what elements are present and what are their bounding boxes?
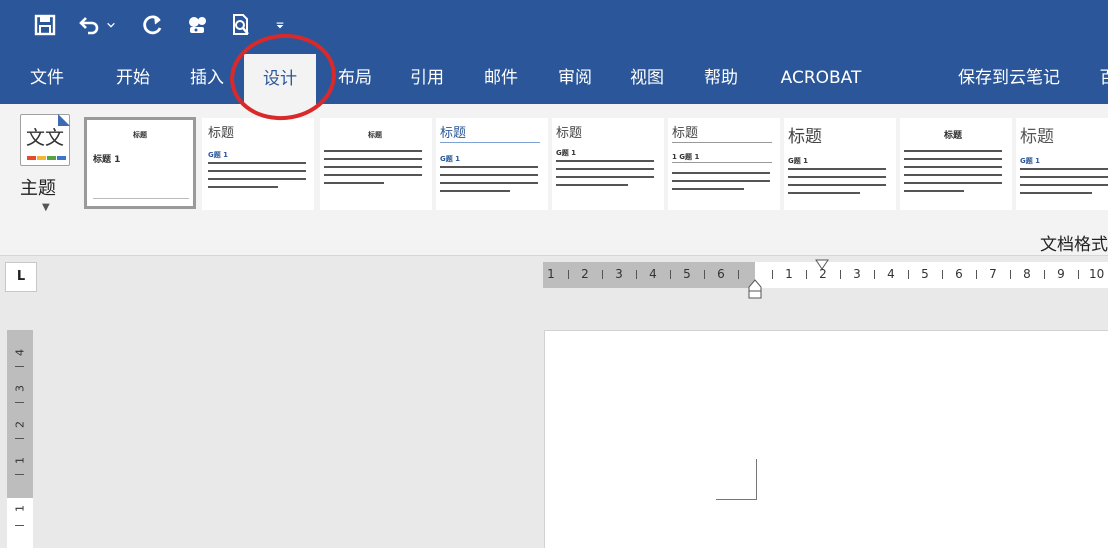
ruler-tick xyxy=(806,270,807,279)
ruler-number: 3 xyxy=(615,267,623,281)
tab-design[interactable]: 设计 xyxy=(244,54,316,104)
style-set-item[interactable]: 标题 xyxy=(320,118,432,210)
themes-button[interactable]: 文文 主题 ▼ xyxy=(14,110,78,220)
ruler-tick xyxy=(874,270,875,279)
ruler-number: 4 xyxy=(649,267,657,281)
ruler-tick xyxy=(568,270,569,279)
ruler-tick xyxy=(840,270,841,279)
ruler-number: 1 xyxy=(785,267,793,281)
design-ribbon: 文文 主题 ▼ 标题 标题 1 标题 G题 1 标题 标题 G题 1 标题 G题… xyxy=(0,104,1108,256)
undo-icon[interactable] xyxy=(74,10,104,40)
ruler-tick xyxy=(704,270,705,279)
customize-qat-icon[interactable] xyxy=(272,10,288,40)
ruler-number: 6 xyxy=(717,267,725,281)
document-formatting-group-label: 文档格式 xyxy=(1040,235,1108,255)
ruler-number: 1 xyxy=(13,457,27,464)
tab-help[interactable]: 帮助 xyxy=(686,52,756,104)
word-window: 文件 开始 插入 设计 布局 引用 邮件 审阅 视图 帮助 ACROBAT 保存… xyxy=(0,0,1108,548)
ruler-number: 1 xyxy=(547,267,555,281)
ruler-number: 9 xyxy=(1057,267,1065,281)
ruler-number: 2 xyxy=(581,267,589,281)
ruler-tick xyxy=(15,474,24,475)
hanging-indent-marker[interactable] xyxy=(748,279,762,299)
tab-mailings[interactable]: 邮件 xyxy=(466,52,536,104)
document-page[interactable] xyxy=(544,330,1108,548)
style-set-item[interactable]: 标题 G题 1 xyxy=(784,118,896,210)
ribbon-tab-bar: 文件 开始 插入 设计 布局 引用 邮件 审阅 视图 帮助 ACROBAT 保存… xyxy=(0,52,1108,104)
page-corner-mark xyxy=(716,459,757,500)
ruler-tick xyxy=(15,402,24,403)
style-set-item[interactable]: 标题 G题 1 xyxy=(1016,118,1108,210)
tab-stop-selector[interactable]: L xyxy=(5,262,37,292)
ruler-number: 2 xyxy=(819,267,827,281)
ruler-number: 7 xyxy=(989,267,997,281)
ruler-number: 2 xyxy=(13,421,27,428)
ruler-tick xyxy=(1078,270,1079,279)
themes-icon: 文文 xyxy=(20,114,70,166)
ruler-tick xyxy=(1010,270,1011,279)
tab-insert[interactable]: 插入 xyxy=(172,52,242,104)
ruler-number: 3 xyxy=(853,267,861,281)
ruler-tick xyxy=(1044,270,1045,279)
touch-mode-icon[interactable] xyxy=(182,10,212,40)
ruler-tick xyxy=(976,270,977,279)
ruler-tick xyxy=(636,270,637,279)
ruler-tick xyxy=(738,270,739,279)
ruler-number: 5 xyxy=(921,267,929,281)
ruler-number: 8 xyxy=(1023,267,1031,281)
style-set-item[interactable]: 标题 G题 1 xyxy=(552,118,664,210)
ruler-number: 3 xyxy=(13,385,27,392)
tab-references[interactable]: 引用 xyxy=(392,52,462,104)
style-set-item[interactable]: 标题 xyxy=(900,118,1012,210)
style-set-item[interactable]: 标题 G题 1 xyxy=(436,118,548,210)
horizontal-ruler[interactable]: 6 5 4 3 2 1 1 2 3 4 5 6 7 8 9 10 xyxy=(543,259,1108,299)
tab-view[interactable]: 视图 xyxy=(612,52,682,104)
ruler-tick xyxy=(602,270,603,279)
ruler-tick xyxy=(670,270,671,279)
redo-icon[interactable] xyxy=(138,10,168,40)
style-set-item[interactable]: 标题 1 G题 1 xyxy=(668,118,780,210)
ruler-number: 4 xyxy=(887,267,895,281)
ruler-number: 5 xyxy=(683,267,691,281)
tab-save-to-cloud-notes[interactable]: 保存到云笔记 xyxy=(944,52,1074,104)
undo-dropdown-icon[interactable] xyxy=(104,10,118,40)
print-preview-icon[interactable] xyxy=(226,10,256,40)
chevron-down-icon: ▼ xyxy=(42,202,50,213)
ruler-tick xyxy=(908,270,909,279)
tab-overflow[interactable]: 百 xyxy=(1096,52,1108,104)
style-set-item[interactable]: 标题 标题 1 xyxy=(84,117,196,209)
ruler-number: 1 xyxy=(13,505,27,512)
ruler-number: 6 xyxy=(955,267,963,281)
style-set-item[interactable]: 标题 G题 1 xyxy=(202,118,314,210)
vertical-ruler[interactable]: 4 3 2 1 1 xyxy=(7,330,33,548)
ruler-number: 10 xyxy=(1089,267,1105,281)
ruler-tick xyxy=(942,270,943,279)
ruler-number: 4 xyxy=(13,349,27,356)
style-set-gallery: 标题 标题 1 标题 G题 1 标题 标题 G题 1 标题 G题 1 标题 1 … xyxy=(82,114,1108,214)
tab-review[interactable]: 审阅 xyxy=(540,52,610,104)
ruler-tick xyxy=(15,438,24,439)
tab-file[interactable]: 文件 xyxy=(12,52,82,104)
ruler-tick xyxy=(15,525,24,526)
ruler-tick xyxy=(772,270,773,279)
quick-access-toolbar xyxy=(0,0,1108,52)
tab-home[interactable]: 开始 xyxy=(98,52,168,104)
save-icon[interactable] xyxy=(30,10,60,40)
tab-layout[interactable]: 布局 xyxy=(320,52,390,104)
tab-acrobat[interactable]: ACROBAT xyxy=(766,52,876,104)
ruler-tick xyxy=(15,366,24,367)
themes-label: 主题 xyxy=(20,178,56,199)
